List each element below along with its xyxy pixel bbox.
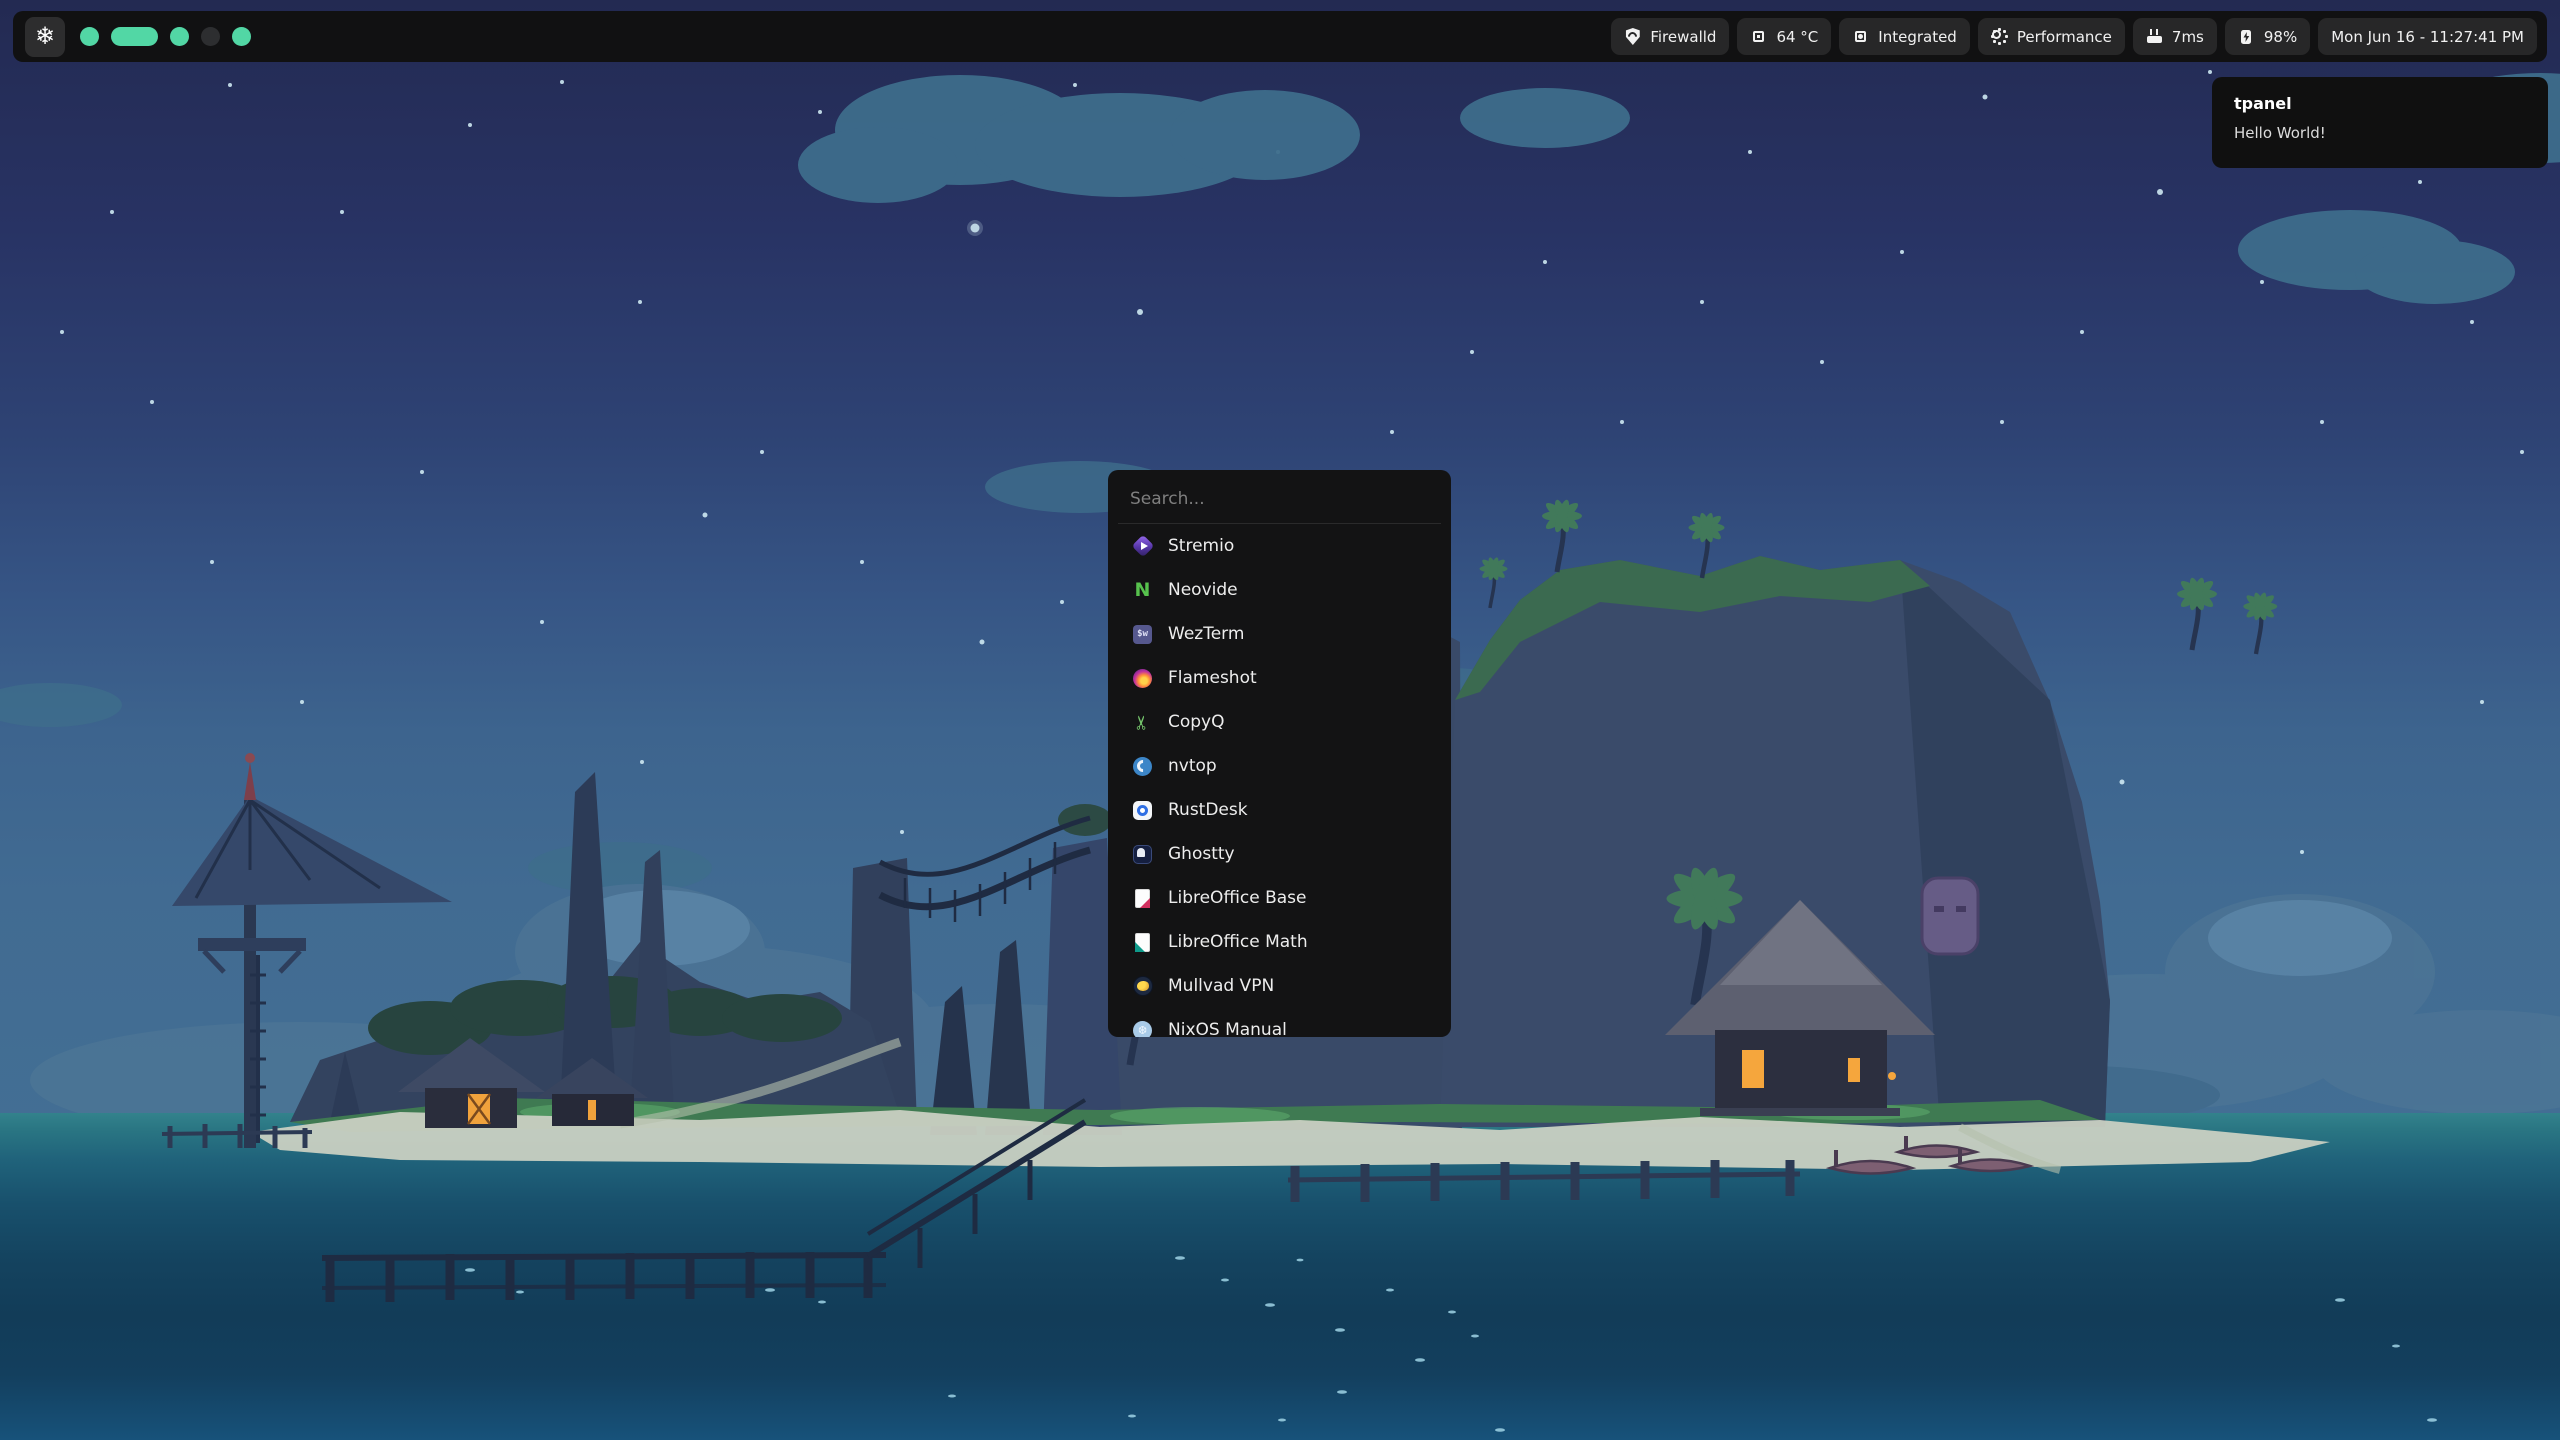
status-chips: Firewalld 64 °C Integrated Performance 7… — [1611, 18, 2537, 55]
nixos-logo-icon: ❄ — [35, 25, 55, 49]
notification-toast[interactable]: tpanel Hello World! — [2212, 77, 2548, 168]
flameshot-icon — [1132, 668, 1153, 689]
gear-icon — [1991, 28, 2008, 45]
wezterm-icon — [1132, 624, 1153, 645]
notification-message: Hello World! — [2234, 124, 2526, 142]
status-chip-gpu[interactable]: Integrated — [1839, 18, 1970, 55]
status-chip-cpu-temp[interactable]: 64 °C — [1737, 18, 1831, 55]
app-label: Mullvad VPN — [1168, 976, 1274, 996]
mullvad-vpn-icon — [1132, 976, 1153, 997]
chip-label: 98% — [2264, 28, 2297, 46]
chip-label: Integrated — [1878, 28, 1957, 46]
copyq-icon — [1132, 712, 1153, 733]
workspace-dot-5[interactable] — [232, 27, 251, 46]
neovide-icon — [1132, 580, 1153, 601]
app-list: Stremio Neovide WezTerm Flameshot CopyQ … — [1108, 524, 1451, 1037]
workspace-indicators — [80, 27, 251, 46]
app-label: RustDesk — [1168, 800, 1248, 820]
cpu-temp-icon — [1750, 28, 1767, 45]
chip-label: Performance — [2017, 28, 2112, 46]
status-chip-battery[interactable]: 98% — [2225, 18, 2310, 55]
rustdesk-icon — [1132, 800, 1153, 821]
app-label: Neovide — [1168, 580, 1238, 600]
chip-label: 7ms — [2172, 28, 2204, 46]
app-label: LibreOffice Base — [1168, 888, 1306, 908]
nixos-logo-button[interactable]: ❄ — [25, 17, 65, 57]
app-label: Ghostty — [1168, 844, 1235, 864]
status-chip-power-profile[interactable]: Performance — [1978, 18, 2125, 55]
launcher-item-libreoffice-base[interactable]: LibreOffice Base — [1108, 876, 1451, 920]
launcher-item-wezterm[interactable]: WezTerm — [1108, 612, 1451, 656]
chip-label: 64 °C — [1776, 28, 1818, 46]
launcher-item-stremio[interactable]: Stremio — [1108, 524, 1451, 568]
libreoffice-math-icon — [1132, 932, 1153, 953]
app-label: Stremio — [1168, 536, 1234, 556]
launcher-item-libreoffice-math[interactable]: LibreOffice Math — [1108, 920, 1451, 964]
launcher-item-ghostty[interactable]: Ghostty — [1108, 832, 1451, 876]
clock-label: Mon Jun 16 - 11:27:41 PM — [2331, 28, 2524, 46]
notification-app-name: tpanel — [2234, 94, 2526, 113]
launcher-item-nvtop[interactable]: nvtop — [1108, 744, 1451, 788]
status-chip-firewalld[interactable]: Firewalld — [1611, 18, 1729, 55]
launcher-item-copyq[interactable]: CopyQ — [1108, 700, 1451, 744]
gpu-icon — [1852, 28, 1869, 45]
app-label: LibreOffice Math — [1168, 932, 1308, 952]
battery-icon — [2238, 28, 2255, 45]
launcher-item-flameshot[interactable]: Flameshot — [1108, 656, 1451, 700]
launcher-item-nixos-manual[interactable]: NixOS Manual — [1108, 1008, 1451, 1037]
router-icon — [2146, 28, 2163, 45]
stremio-icon — [1132, 536, 1153, 557]
clock-chip[interactable]: Mon Jun 16 - 11:27:41 PM — [2318, 18, 2537, 55]
app-label: Flameshot — [1168, 668, 1257, 688]
ghostty-icon — [1132, 844, 1153, 865]
status-chip-latency[interactable]: 7ms — [2133, 18, 2217, 55]
app-launcher: Stremio Neovide WezTerm Flameshot CopyQ … — [1108, 470, 1451, 1037]
nixos-manual-icon — [1132, 1020, 1153, 1038]
launcher-item-rustdesk[interactable]: RustDesk — [1108, 788, 1451, 832]
desktop: ❄ Firewalld 64 °C Integrated — [0, 0, 2560, 1440]
libreoffice-base-icon — [1132, 888, 1153, 909]
workspace-dot-3[interactable] — [170, 27, 189, 46]
launcher-item-neovide[interactable]: Neovide — [1108, 568, 1451, 612]
app-label: nvtop — [1168, 756, 1217, 776]
workspace-dot-2[interactable] — [111, 27, 158, 46]
workspace-dot-1[interactable] — [80, 27, 99, 46]
launcher-item-mullvad-vpn[interactable]: Mullvad VPN — [1108, 964, 1451, 1008]
top-bar: ❄ Firewalld 64 °C Integrated — [13, 11, 2547, 62]
workspace-dot-4[interactable] — [201, 27, 220, 46]
app-label: CopyQ — [1168, 712, 1225, 732]
nvtop-icon — [1132, 756, 1153, 777]
app-label: WezTerm — [1168, 624, 1244, 644]
search-input[interactable] — [1108, 470, 1451, 523]
app-label: NixOS Manual — [1168, 1020, 1287, 1037]
chip-label: Firewalld — [1650, 28, 1716, 46]
shield-icon — [1624, 28, 1641, 45]
